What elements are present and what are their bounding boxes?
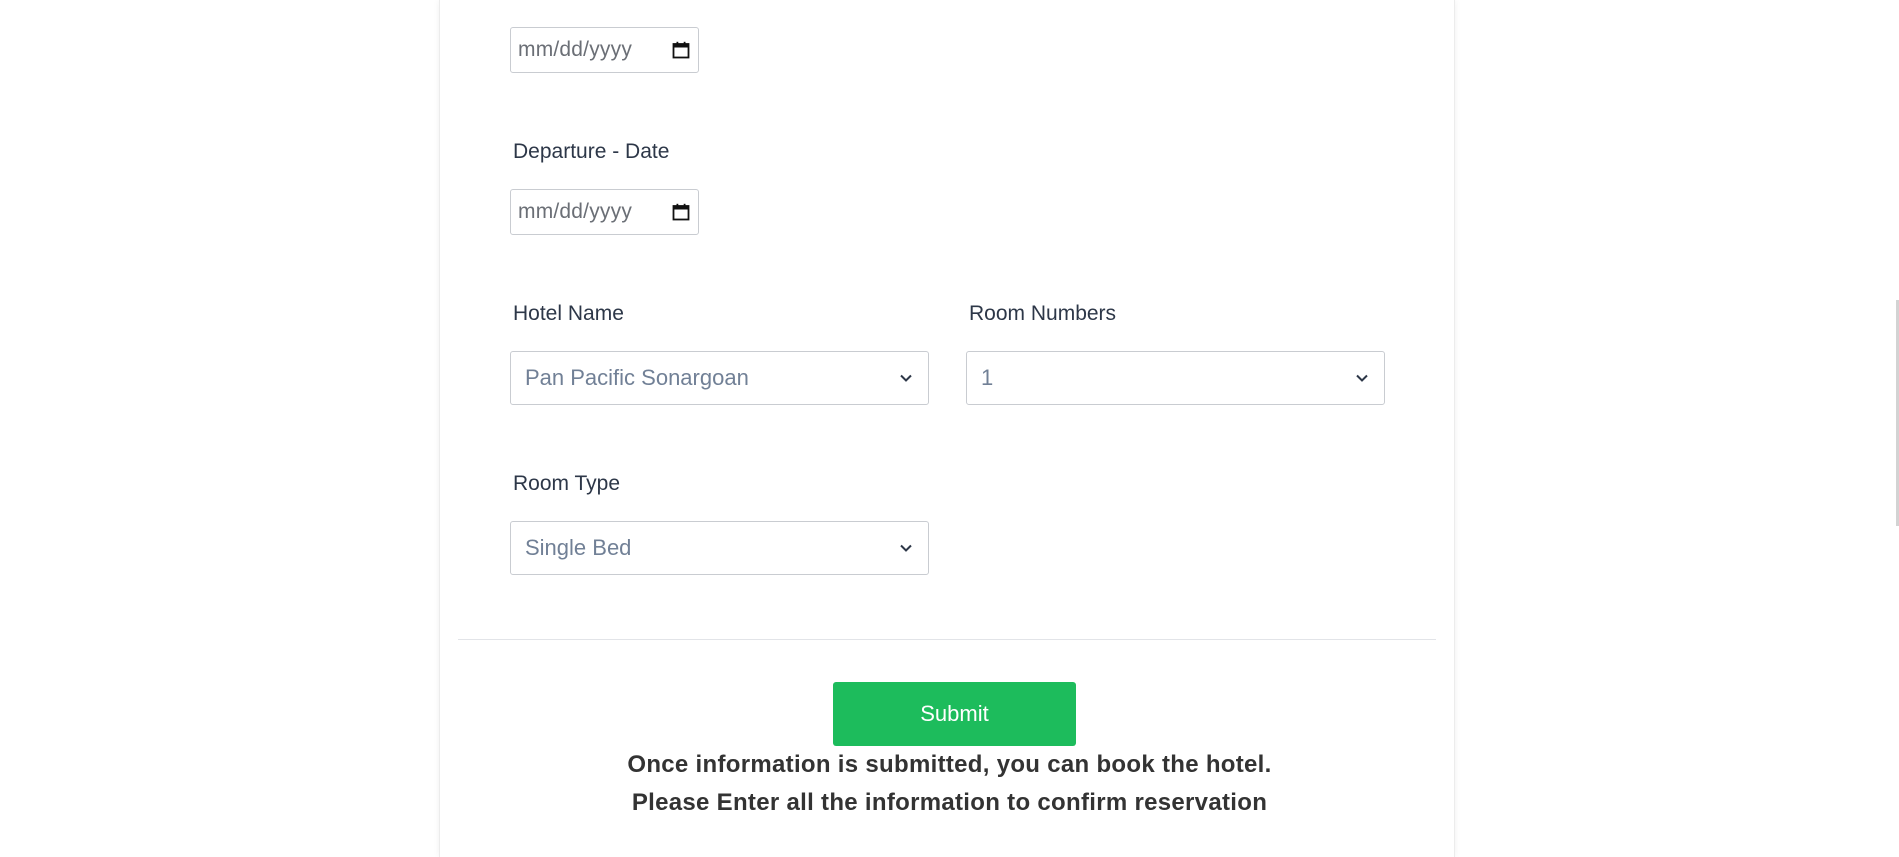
arrival-date-input[interactable]: mm/dd/yyyy bbox=[510, 27, 699, 73]
arrival-date-placeholder: mm/dd/yyyy bbox=[518, 38, 633, 61]
info-note-line1: Once information is submitted, you can b… bbox=[627, 751, 1272, 778]
submit-button[interactable]: Submit bbox=[833, 682, 1076, 746]
hotel-name-select[interactable]: Pan Pacific Sonargoan bbox=[510, 351, 929, 405]
room-type-value: Single Bed bbox=[525, 535, 632, 560]
room-type-select[interactable]: Single Bed bbox=[510, 521, 929, 575]
calendar-icon[interactable] bbox=[671, 202, 691, 222]
calendar-icon[interactable] bbox=[671, 40, 691, 60]
room-numbers-value: 1 bbox=[981, 365, 994, 390]
departure-date-input[interactable]: mm/dd/yyyy bbox=[510, 189, 699, 235]
chevron-down-icon bbox=[898, 540, 914, 556]
form-divider bbox=[458, 639, 1436, 640]
hotel-name-label: Hotel Name bbox=[513, 302, 624, 325]
departure-date-placeholder: mm/dd/yyyy bbox=[518, 200, 633, 223]
room-numbers-select[interactable]: 1 bbox=[966, 351, 1385, 405]
room-type-label: Room Type bbox=[513, 472, 620, 495]
departure-date-label: Departure - Date bbox=[513, 140, 670, 163]
chevron-down-icon bbox=[1354, 370, 1370, 386]
hotel-name-value: Pan Pacific Sonargoan bbox=[525, 365, 749, 390]
room-numbers-label: Room Numbers bbox=[969, 302, 1117, 325]
info-note-line2: Please Enter all the information to conf… bbox=[631, 789, 1268, 816]
chevron-down-icon bbox=[898, 370, 914, 386]
